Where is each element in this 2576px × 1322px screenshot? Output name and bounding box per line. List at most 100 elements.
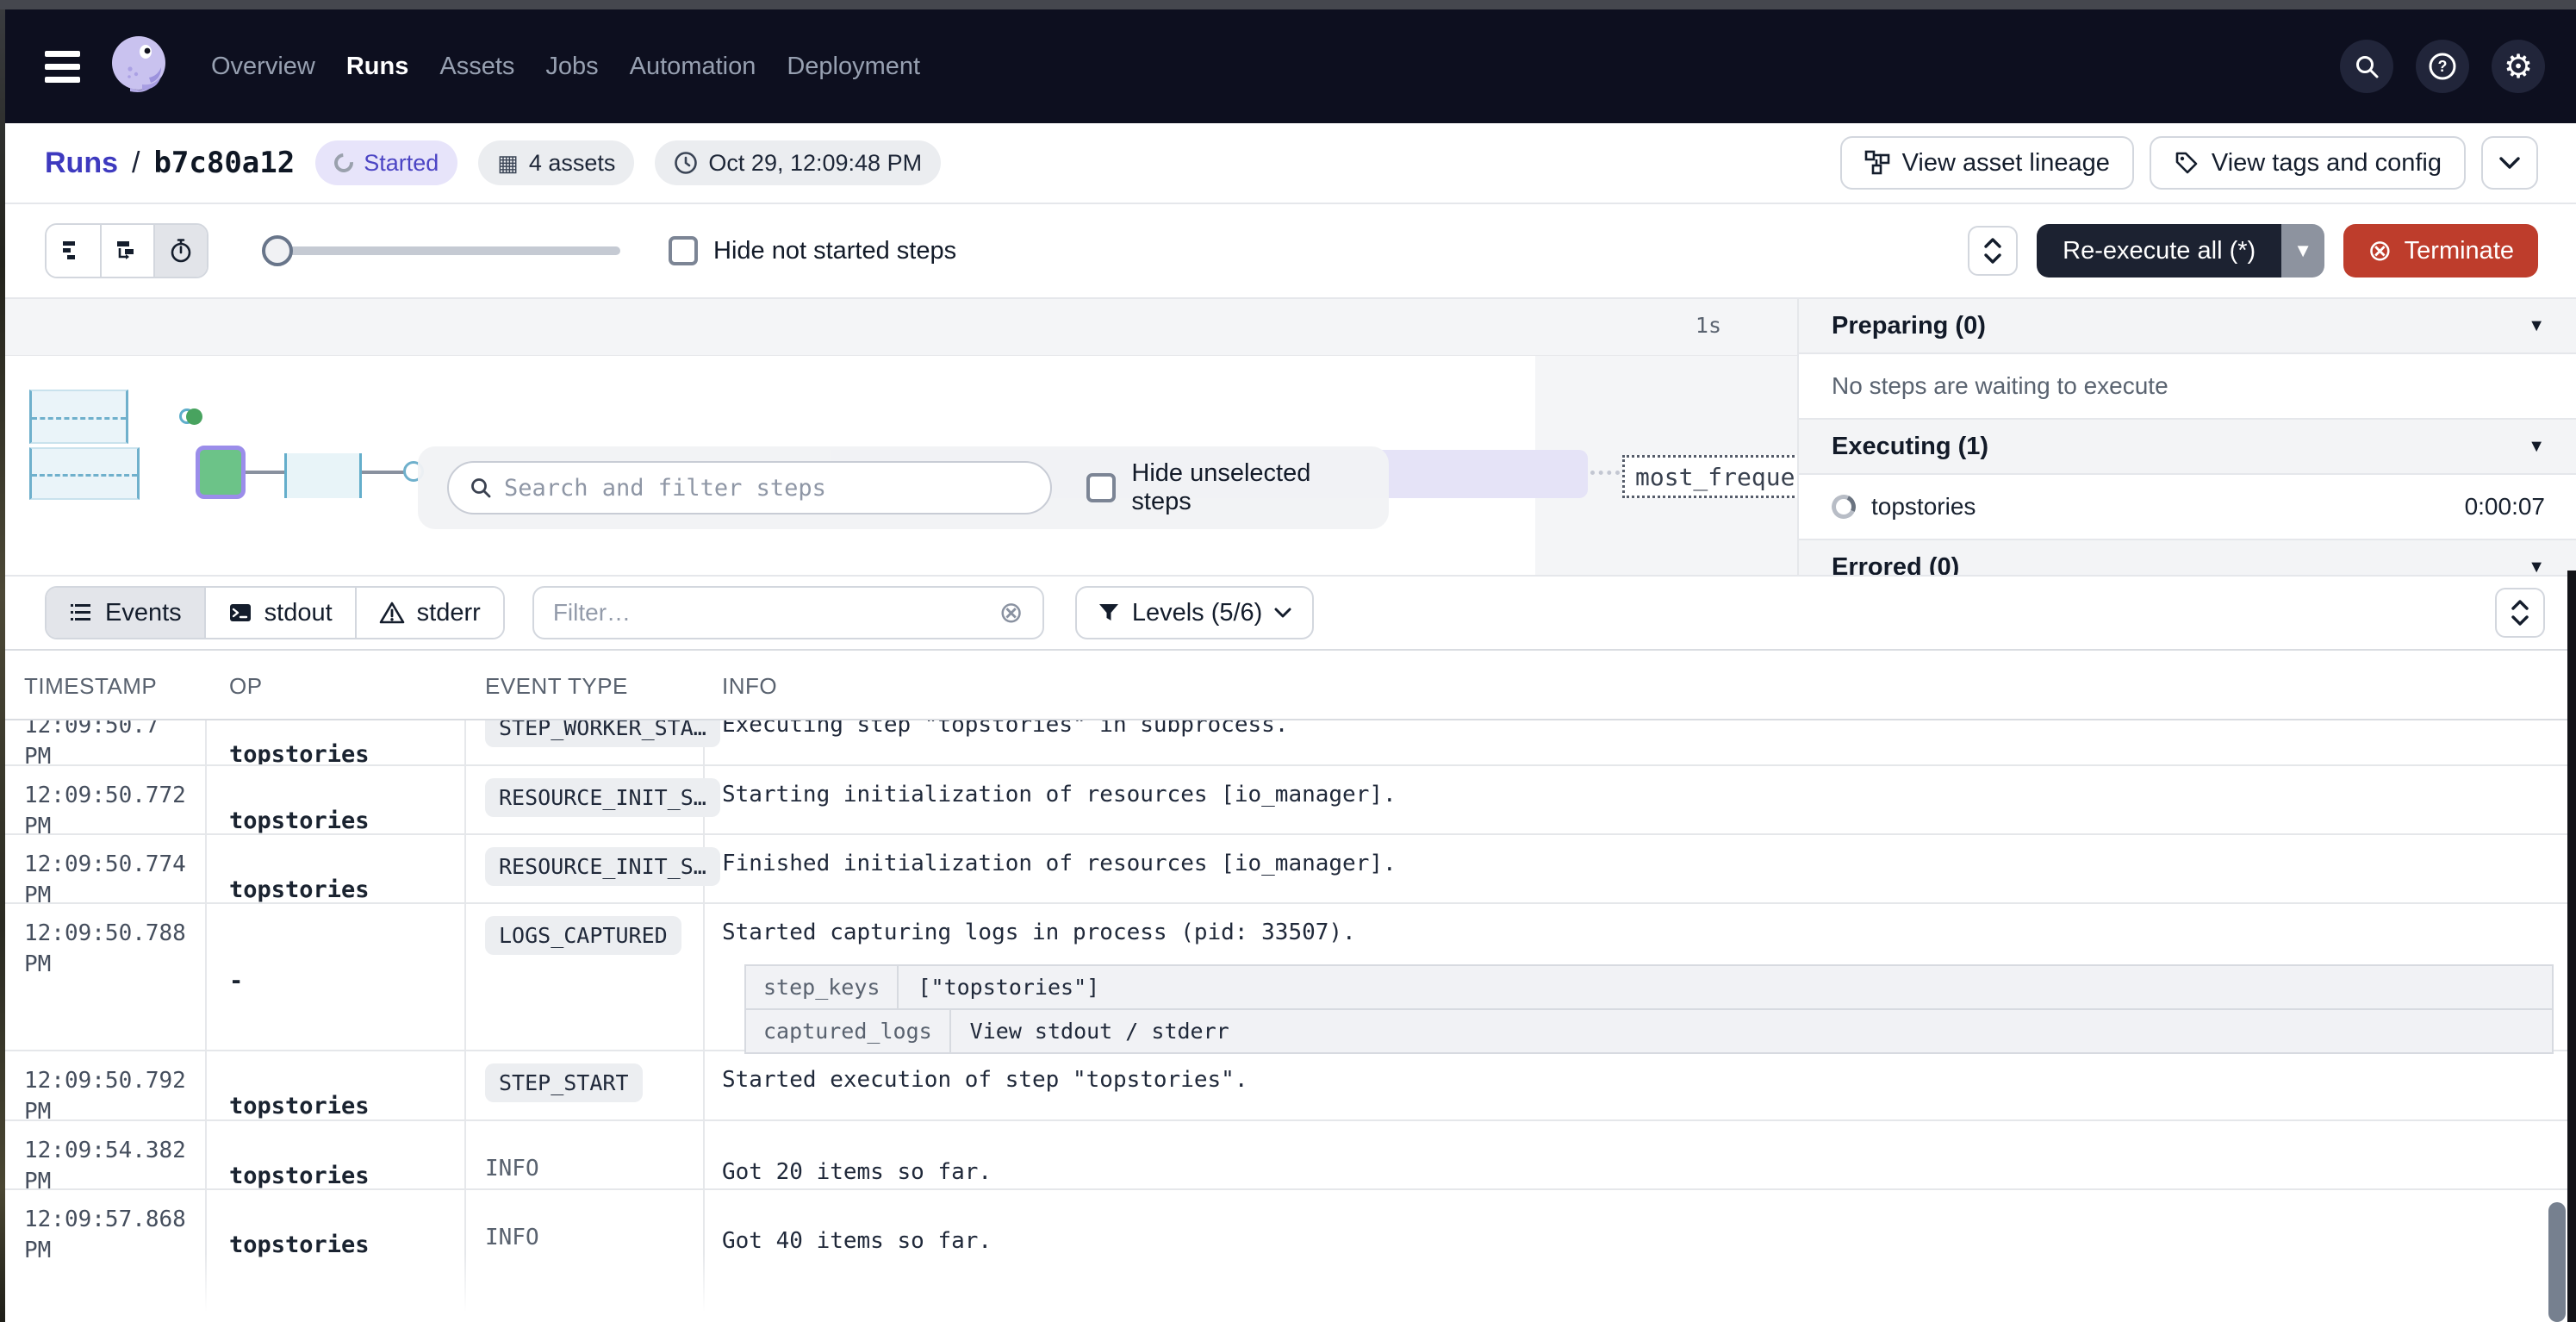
gear-icon[interactable]: ⚙	[2492, 40, 2545, 93]
hide-unselected-checkbox[interactable]	[1086, 473, 1116, 502]
hide-unselected-label: Hide unselected steps	[1131, 459, 1360, 516]
help-icon[interactable]: ?	[2416, 40, 2469, 93]
funnel-icon	[1098, 602, 1120, 624]
timed-view-icon[interactable]	[153, 225, 207, 277]
chevron-down-icon: ▼	[2528, 558, 2545, 577]
search-icon	[470, 477, 492, 499]
metadata-key: captured_logs	[746, 1010, 951, 1052]
chevron-down-icon: ▼	[2528, 437, 2545, 457]
assets-grid-icon: ▦	[497, 150, 519, 177]
panel-section-errored[interactable]: Errored (0) ▼	[1799, 540, 2576, 577]
hamburger-menu-icon[interactable]	[45, 51, 80, 83]
table-row[interactable]: 12:09:50.774PM topstories RESOURCE_INIT_…	[0, 835, 2576, 904]
hide-not-started-checkbox[interactable]	[669, 236, 698, 265]
op-name[interactable]: topstories	[229, 1093, 370, 1119]
op-name[interactable]: topstories	[229, 808, 370, 834]
log-filter-box[interactable]: ⊗	[532, 586, 1044, 639]
nav-item-deployment[interactable]: Deployment	[787, 53, 920, 81]
step-search-box[interactable]	[447, 461, 1052, 514]
nav-item-runs[interactable]: Runs	[346, 53, 409, 81]
event-type-badge: RESOURCE_INIT_S…	[485, 778, 720, 817]
event-metadata-table: step_keys ["topstories"] captured_logs V…	[744, 964, 2554, 1054]
timestamp: 12:09:50.788	[24, 918, 196, 949]
panel-section-preparing[interactable]: Preparing (0) ▼	[1799, 299, 2576, 354]
event-type-plain: INFO	[485, 1156, 539, 1182]
pending-step-box[interactable]	[29, 390, 128, 444]
zoom-slider-track[interactable]	[262, 246, 620, 255]
events-list-icon	[69, 601, 93, 625]
clear-filter-icon[interactable]: ⊗	[999, 598, 1024, 627]
col-info: INFO	[703, 651, 2576, 719]
pending-step-box[interactable]	[29, 447, 140, 500]
gantt-chart[interactable]: 1s most_frequent Hide unselected steps	[0, 299, 1797, 577]
step-marker-dot[interactable]	[186, 408, 202, 425]
timestamp: 12:09:50.792	[24, 1065, 196, 1096]
step-search-input[interactable]	[504, 475, 1030, 502]
scrollbar-track[interactable]	[2567, 571, 2576, 1322]
dagster-logo[interactable]	[104, 31, 175, 102]
header-more-dropdown[interactable]	[2481, 136, 2538, 190]
op-name[interactable]: topstories	[229, 1232, 370, 1258]
table-row[interactable]: 12:09:50.7PM topstories STEP_WORKER_STA……	[0, 720, 2576, 766]
flat-view-icon[interactable]	[47, 225, 100, 277]
run-toolbar: Hide not started steps Re-execute all (*…	[0, 204, 2576, 299]
nav-item-automation[interactable]: Automation	[630, 53, 756, 81]
search-icon[interactable]	[2340, 40, 2393, 93]
events-toolbar: Events stdout stderr ⊗ Levels (5/6)	[0, 577, 2576, 651]
view-tags-config-button[interactable]: View tags and config	[2150, 136, 2466, 190]
view-asset-lineage-button[interactable]: View asset lineage	[1840, 136, 2134, 190]
col-op: OP	[205, 651, 464, 719]
assets-count-badge[interactable]: ▦ 4 assets	[478, 140, 634, 185]
metadata-row: captured_logs View stdout / stderr	[746, 1010, 2552, 1054]
desktop-edge-sliver	[0, 0, 5, 1322]
lineage-icon	[1864, 150, 1890, 176]
waterfall-view-icon[interactable]	[100, 225, 153, 277]
expand-log-panel-button[interactable]	[2495, 588, 2545, 638]
scrollbar-thumb[interactable]	[2548, 1202, 2566, 1322]
gantt-section: 1s most_frequent Hide unselected steps	[0, 299, 2576, 577]
op-name[interactable]: topstories	[229, 876, 370, 903]
step-spinner-icon	[1828, 491, 1859, 522]
tag-icon	[2174, 150, 2200, 176]
tab-events[interactable]: Events	[47, 588, 204, 638]
levels-dropdown[interactable]: Levels (5/6)	[1075, 586, 1315, 639]
tab-stdout[interactable]: stdout	[204, 588, 355, 638]
reexecute-dropdown-caret[interactable]: ▼	[2281, 224, 2324, 277]
table-row[interactable]: 12:09:54.382PM topstories INFO Got 20 it…	[0, 1121, 2576, 1190]
breadcrumb-runs-link[interactable]: Runs	[45, 147, 118, 180]
col-timestamp: TIMESTAMP	[0, 651, 205, 719]
chevron-down-icon	[1274, 608, 1291, 619]
breadcrumb-separator: /	[132, 147, 140, 180]
table-row[interactable]: 12:09:57.868PM topstories INFO Got 40 it…	[0, 1190, 2576, 1322]
event-type-badge: STEP_START	[485, 1063, 643, 1102]
col-event-type: EVENT TYPE	[464, 651, 703, 719]
op-name[interactable]: topstories	[229, 1163, 370, 1189]
expand-collapse-button[interactable]	[1968, 226, 2018, 276]
op-name[interactable]: topstories	[229, 741, 370, 766]
selected-step-box[interactable]	[196, 446, 246, 499]
table-row[interactable]: 12:09:50.792PM topstories STEP_START Sta…	[0, 1051, 2576, 1121]
nav-item-overview[interactable]: Overview	[211, 53, 315, 81]
view-stdout-stderr-link[interactable]: View stdout / stderr	[951, 1010, 1248, 1052]
top-navbar: Overview Runs Assets Jobs Automation Dep…	[0, 9, 2576, 123]
nav-item-jobs[interactable]: Jobs	[545, 53, 598, 81]
reexecute-all-button[interactable]: Re-execute all (*)	[2037, 224, 2281, 277]
nav-item-assets[interactable]: Assets	[439, 53, 514, 81]
terminate-button[interactable]: ⊗ Terminate	[2343, 224, 2538, 277]
tab-stderr[interactable]: stderr	[355, 588, 503, 638]
terminate-icon: ⊗	[2368, 236, 2392, 265]
executing-step-row[interactable]: topstories 0:00:07	[1799, 475, 2576, 540]
zoom-slider-knob[interactable]	[262, 235, 293, 266]
timestamp: 12:09:50.7	[24, 720, 196, 741]
running-step-box[interactable]	[284, 453, 362, 498]
panel-section-executing[interactable]: Executing (1) ▼	[1799, 420, 2576, 475]
event-info: Started execution of step "topstories".	[722, 1067, 1248, 1093]
event-info: Starting initialization of resources [io…	[722, 782, 1397, 808]
table-row[interactable]: 12:09:50.788PM - LOGS_CAPTURED Started c…	[0, 904, 2576, 1051]
most-frequent-step-box[interactable]: most_frequent	[1622, 455, 1800, 498]
zoom-slider[interactable]	[262, 235, 620, 266]
timestamp: 12:09:54.382	[24, 1135, 196, 1166]
log-filter-input[interactable]	[553, 599, 989, 627]
hide-not-started-label: Hide not started steps	[713, 237, 956, 265]
table-row[interactable]: 12:09:50.772PM topstories RESOURCE_INIT_…	[0, 766, 2576, 835]
